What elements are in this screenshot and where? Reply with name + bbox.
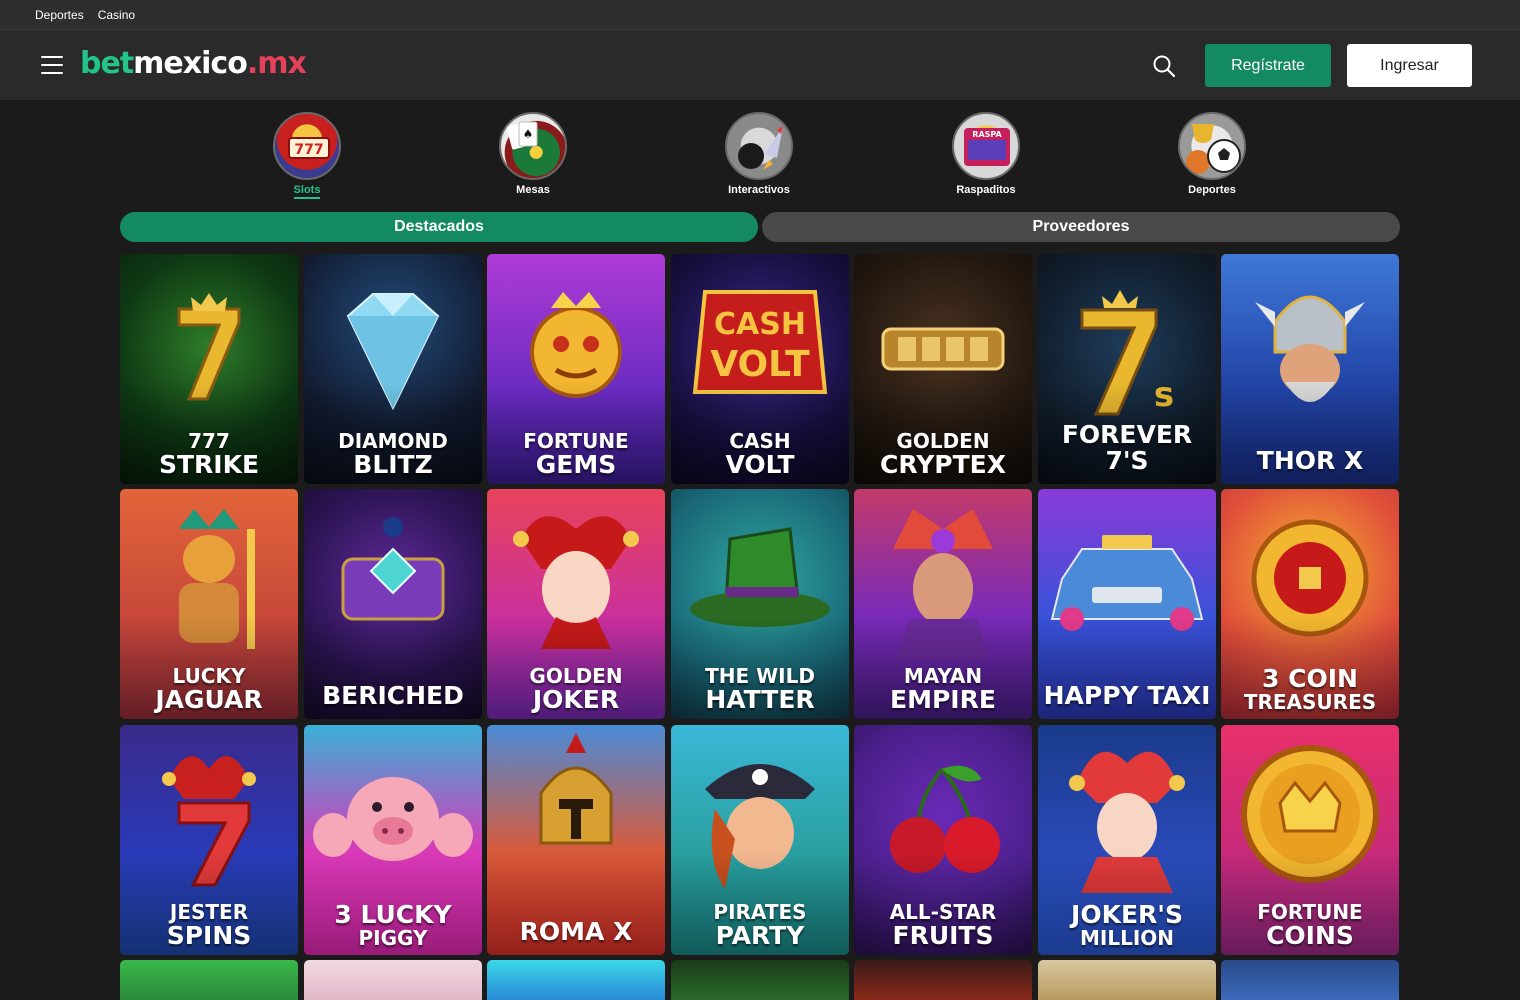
- game-tile-row4-4[interactable]: [671, 960, 849, 1000]
- game-tile-the-wild-hatter[interactable]: THE WILD HATTER: [671, 489, 849, 719]
- game-tile-row4-2[interactable]: [304, 960, 482, 1000]
- game-tile-golden-cryptex[interactable]: GOLDEN CRYPTEX: [854, 254, 1032, 484]
- category-label: Interactivos: [728, 184, 790, 196]
- game-tile-jester-spins[interactable]: JESTER SPINS: [120, 725, 298, 955]
- slot-machine-icon: 777: [273, 112, 341, 180]
- category-label: Mesas: [516, 184, 550, 196]
- register-button[interactable]: Regístrate: [1205, 44, 1331, 87]
- sports-ball-icon: [1178, 112, 1246, 180]
- game-tile-777-strike[interactable]: 777 STRIKE: [120, 254, 298, 484]
- game-tile-roma-x[interactable]: ROMA X: [487, 725, 665, 955]
- svg-text:777: 777: [294, 142, 323, 158]
- login-button[interactable]: Ingresar: [1347, 44, 1472, 87]
- game-tile-3-coin-treasures[interactable]: 3 COIN TREASURES: [1221, 489, 1399, 719]
- game-tile-row4-5[interactable]: [854, 960, 1032, 1000]
- menu-icon[interactable]: [41, 56, 63, 74]
- game-tile-lucky-jaguar[interactable]: LUCKY JAGUAR: [120, 489, 298, 719]
- category-slots[interactable]: 777 Slots: [247, 112, 367, 199]
- category-label: Slots: [293, 184, 321, 199]
- game-tile-golden-joker[interactable]: GOLDEN JOKER: [487, 489, 665, 719]
- game-tile-fortune-gems[interactable]: FORTUNE GEMS: [487, 254, 665, 484]
- game-tile-fortune-coins[interactable]: FORTUNE COINS: [1221, 725, 1399, 955]
- category-deportes[interactable]: Deportes: [1152, 112, 1272, 196]
- game-tile-row4-1[interactable]: [120, 960, 298, 1000]
- game-tile-all-star-fruits[interactable]: ALL-STAR FRUITS: [854, 725, 1032, 955]
- rocket-bomb-icon: [725, 112, 793, 180]
- game-tile-mayan-empire[interactable]: MAYAN EMPIRE: [854, 489, 1032, 719]
- game-tile-3-lucky-piggy[interactable]: 3 LUCKY PIGGY: [304, 725, 482, 955]
- category-label: Deportes: [1188, 184, 1236, 196]
- game-tile-happy-taxi[interactable]: HAPPY TAXI: [1038, 489, 1216, 719]
- tab-destacados[interactable]: Destacados: [120, 212, 758, 242]
- top-nav: Deportes Casino: [0, 0, 1520, 30]
- game-tile-row4-7[interactable]: [1221, 960, 1399, 1000]
- game-tile-pirates-party[interactable]: PIRATES PARTY: [671, 725, 849, 955]
- roulette-icon: ♠: [499, 112, 567, 180]
- svg-text:RASPA: RASPA: [972, 130, 1002, 139]
- svg-text:♠: ♠: [523, 127, 534, 141]
- game-tile-row4-6[interactable]: [1038, 960, 1216, 1000]
- tab-proveedores[interactable]: Proveedores: [762, 212, 1400, 242]
- svg-text:VOLT: VOLT: [710, 344, 810, 385]
- game-tile-diamond-blitz[interactable]: DIAMOND BLITZ: [304, 254, 482, 484]
- game-tile-beriched[interactable]: BERICHED: [304, 489, 482, 719]
- scratch-card-icon: RASPA: [952, 112, 1020, 180]
- category-raspaditos[interactable]: RASPA Raspaditos: [926, 112, 1046, 196]
- game-tile-jokers-million[interactable]: JOKER'S MILLION: [1038, 725, 1216, 955]
- category-bar: 777 Slots ♠ Mesas Interactivos RASPA Ras…: [0, 112, 1520, 202]
- category-mesas[interactable]: ♠ Mesas: [473, 112, 593, 196]
- site-header: betmexico.mx Regístrate Ingresar: [0, 30, 1520, 100]
- game-tile-thor-x[interactable]: THOR X: [1221, 254, 1399, 484]
- top-link-casino[interactable]: Casino: [98, 8, 135, 22]
- betmexico-logo[interactable]: betmexico.mx: [80, 44, 307, 84]
- category-label: Raspaditos: [956, 184, 1016, 196]
- game-tile-forever-7s[interactable]: s FOREVER 7'S: [1038, 254, 1216, 484]
- top-link-deportes[interactable]: Deportes: [35, 8, 84, 22]
- category-interactivos[interactable]: Interactivos: [699, 112, 819, 196]
- game-tile-cash-volt[interactable]: CASH VOLT CASH VOLT: [671, 254, 849, 484]
- svg-text:CASH: CASH: [714, 307, 806, 342]
- search-icon[interactable]: [1152, 54, 1176, 78]
- game-tile-row4-3[interactable]: [487, 960, 665, 1000]
